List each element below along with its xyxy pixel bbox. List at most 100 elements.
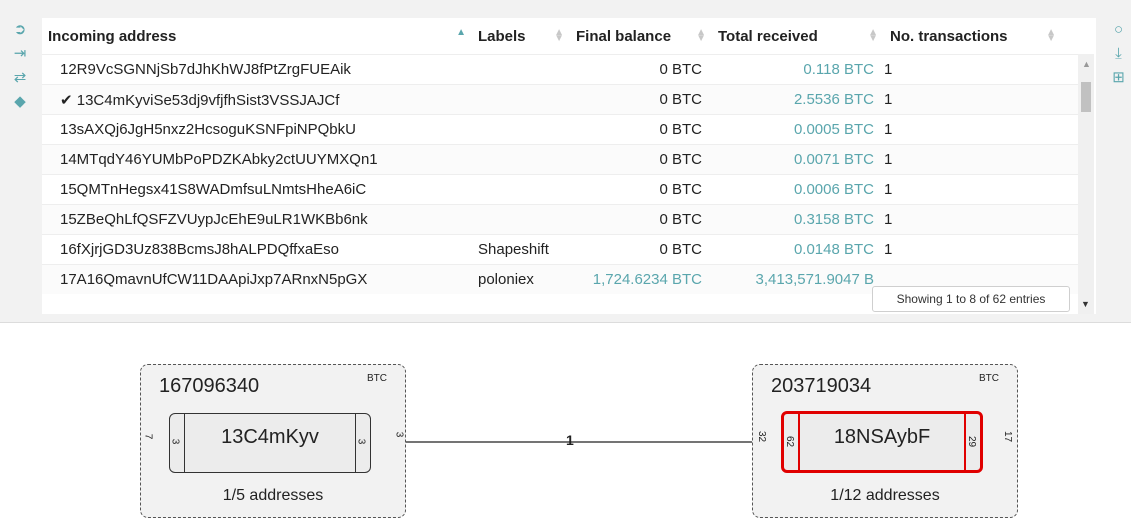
header-label: Final balance — [576, 27, 672, 45]
cell-label: Shapeshift — [472, 234, 570, 265]
sort-icon: ▲ ▼ — [554, 27, 564, 44]
right-toolbar: ○ ⤓ ⊞ — [1106, 18, 1131, 90]
header-label: Total received — [718, 27, 818, 45]
cell-tx: 1 — [884, 114, 1090, 145]
entity-footer: 1/12 addresses — [830, 487, 940, 504]
table-row[interactable]: 13sAXQj6JgH5nxz2HcsoguKSNFpiNPQbkU 0 BTC… — [42, 114, 1090, 145]
address-text: 14MTqdY46YUMbPoPDZKAbky2ctUUYMXQn1 — [60, 151, 378, 168]
entity-id: 167096340 — [159, 375, 260, 397]
cell-total-received: 0.0005 BTC — [712, 114, 884, 145]
cell-final-balance: 0 BTC — [570, 204, 712, 235]
address-node-left[interactable]: 3 13C4mKyv 3 — [169, 413, 371, 473]
sort-icon: ▲ ▼ — [696, 27, 706, 44]
cell-total-received: 3,413,571.9047 B — [712, 264, 884, 294]
sort-asc-icon: ▲ — [456, 27, 466, 38]
entity-degree: 17 — [1001, 430, 1013, 443]
entity-currency: BTC — [367, 373, 387, 384]
table-row[interactable]: ✔ 13C4mKyviSe53dj9vfjfhSist3VSSJAJCf 0 B… — [42, 84, 1090, 115]
cell-address: 16fXjrjGD3Uz838BcmsJ8hALPDQffxaEso — [42, 234, 472, 265]
table-row[interactable]: 12R9VcSGNNjSb7dJhKhWJ8fPtZrgFUEAik 0 BTC… — [42, 54, 1090, 85]
cell-total-received: 0.0071 BTC — [712, 144, 884, 175]
address-panel: ➲ ⇥ ⇄ ◆ Incoming address ▲ Labels ▲ ▼ Final… — [0, 0, 1131, 323]
table-row[interactable]: 16fXjrjGD3Uz838BcmsJ8hALPDQffxaEso Shape… — [42, 234, 1090, 265]
table-row[interactable]: 15ZBeQhLfQSFZVUypJcEhE9uLR1WKBb6nk 0 BTC… — [42, 204, 1090, 235]
download-icon[interactable]: ⤓ — [1106, 42, 1131, 66]
address-text: 12R9VcSGNNjSb7dJhKhWJ8fPtZrgFUEAik — [60, 61, 351, 78]
search-icon[interactable]: ○ — [1106, 18, 1131, 42]
cell-label — [472, 204, 570, 235]
cell-final-balance: 1,724.6234 BTC — [570, 264, 712, 294]
sign-out-icon[interactable]: ⇥ — [0, 42, 40, 66]
cell-tx: 1 — [884, 234, 1090, 265]
address-text: 15ZBeQhLfQSFZVUypJcEhE9uLR1WKBb6nk — [60, 211, 368, 228]
cell-final-balance: 0 BTC — [570, 114, 712, 145]
sort-icon: ▲ ▼ — [1046, 27, 1056, 44]
header-label: Labels — [478, 27, 526, 45]
cell-tx: 1 — [884, 54, 1090, 85]
plus-square-icon[interactable]: ⊞ — [1106, 66, 1131, 90]
exchange-icon[interactable]: ⇄ — [0, 66, 40, 90]
header-total-received[interactable]: Total received ▲ ▼ — [712, 18, 884, 55]
header-no-transactions[interactable]: No. transactions ▲ ▼ — [884, 18, 1090, 55]
tags-icon[interactable]: ◆ — [0, 90, 40, 114]
header-labels[interactable]: Labels ▲ ▼ — [472, 18, 570, 55]
entity-node-left[interactable]: 167096340 BTC 7 3 3 13C4mKyv 3 1/5 addre… — [140, 364, 406, 518]
entity-node-right[interactable]: 203719034 BTC 32 17 62 18NSAybF 29 1/12 … — [752, 364, 1018, 518]
header-incoming-address[interactable]: Incoming address ▲ — [42, 18, 472, 55]
address-text: 17A16QmavnUfCW11DAApiJxp7ARnxN5pGX — [60, 271, 368, 288]
cell-total-received: 2.5536 BTC — [712, 84, 884, 115]
left-toolbar: ➲ ⇥ ⇄ ◆ — [0, 18, 40, 114]
check-icon: ✔ — [60, 91, 77, 109]
table-row[interactable]: 14MTqdY46YUMbPoPDZKAbky2ctUUYMXQn1 0 BTC… — [42, 144, 1090, 175]
graph-canvas[interactable]: 1 167096340 BTC 7 3 3 13C4mKyv 3 1/5 add… — [0, 322, 1131, 518]
address-text: 13C4mKyviSe53dj9vfjfhSist3VSSJAJCf — [76, 91, 340, 109]
entity-out-degree: 3 — [393, 431, 405, 438]
table-row[interactable]: 15QMTnHegsx41S8WADmfsuLNmtsHheA6iC 0 BTC… — [42, 174, 1090, 205]
scroll-down-icon[interactable]: ▼ — [1081, 299, 1090, 309]
address-text: 16fXjrjGD3Uz838BcmsJ8hALPDQffxaEso — [60, 241, 340, 258]
cell-tx: 1 — [884, 84, 1090, 115]
cell-final-balance: 0 BTC — [570, 84, 712, 115]
cell-total-received: 0.0006 BTC — [712, 174, 884, 205]
cell-label — [472, 174, 570, 205]
table-header-row: Incoming address ▲ Labels ▲ ▼ Final balance… — [42, 18, 1090, 55]
cell-address: 15QMTnHegsx41S8WADmfsuLNmtsHheA6iC — [42, 174, 472, 205]
cell-final-balance: 0 BTC — [570, 234, 712, 265]
cell-tx: 1 — [884, 174, 1090, 205]
address-label: 13C4mKyv — [221, 426, 319, 448]
address-table: Incoming address ▲ Labels ▲ ▼ Final balance… — [42, 18, 1090, 294]
cell-address: ✔ 13C4mKyviSe53dj9vfjfhSist3VSSJAJCf — [42, 84, 472, 115]
cell-total-received: 0.0148 BTC — [712, 234, 884, 265]
cell-total-received: 0.3158 BTC — [712, 204, 884, 235]
cell-final-balance: 0 BTC — [570, 144, 712, 175]
cell-label — [472, 144, 570, 175]
cell-address: 15ZBeQhLfQSFZVUypJcEhE9uLR1WKBb6nk — [42, 204, 472, 235]
header-label: Incoming address — [48, 27, 177, 45]
cell-address: 14MTqdY46YUMbPoPDZKAbky2ctUUYMXQn1 — [42, 144, 472, 175]
sign-in-icon[interactable]: ➲ — [0, 18, 40, 42]
cell-tx: 1 — [884, 144, 1090, 175]
entity-footer: 1/5 addresses — [222, 487, 324, 504]
address-table-container: Incoming address ▲ Labels ▲ ▼ Final balance… — [42, 18, 1096, 314]
entity-in-degree: 32 — [756, 430, 768, 443]
entity-id: 203719034 — [771, 375, 872, 397]
cell-label — [472, 114, 570, 145]
cell-label: poloniex — [472, 264, 570, 294]
edge-label[interactable]: 1 — [566, 432, 574, 448]
address-out-slot: 3 — [355, 414, 370, 472]
cell-address: 12R9VcSGNNjSb7dJhKhWJ8fPtZrgFUEAik — [42, 54, 472, 85]
header-final-balance[interactable]: Final balance ▲ ▼ — [570, 18, 712, 55]
address-out-slot: 29 — [964, 414, 980, 470]
scroll-up-icon[interactable]: ▲ — [1082, 59, 1091, 69]
cell-final-balance: 0 BTC — [570, 174, 712, 205]
address-label: 18NSAybF — [833, 426, 931, 448]
table-scrollbar[interactable]: ▲ ▼ — [1078, 54, 1094, 314]
address-node-right-selected[interactable]: 62 18NSAybF 29 — [781, 411, 983, 473]
table-info: Showing 1 to 8 of 62 entries — [872, 286, 1070, 312]
cell-label — [472, 84, 570, 115]
address-out-degree: 29 — [966, 435, 978, 448]
entity-degree: 7 — [142, 433, 154, 440]
scroll-thumb[interactable] — [1081, 82, 1091, 112]
cell-address: 17A16QmavnUfCW11DAApiJxp7ARnxN5pGX — [42, 264, 472, 294]
cell-label — [472, 54, 570, 85]
